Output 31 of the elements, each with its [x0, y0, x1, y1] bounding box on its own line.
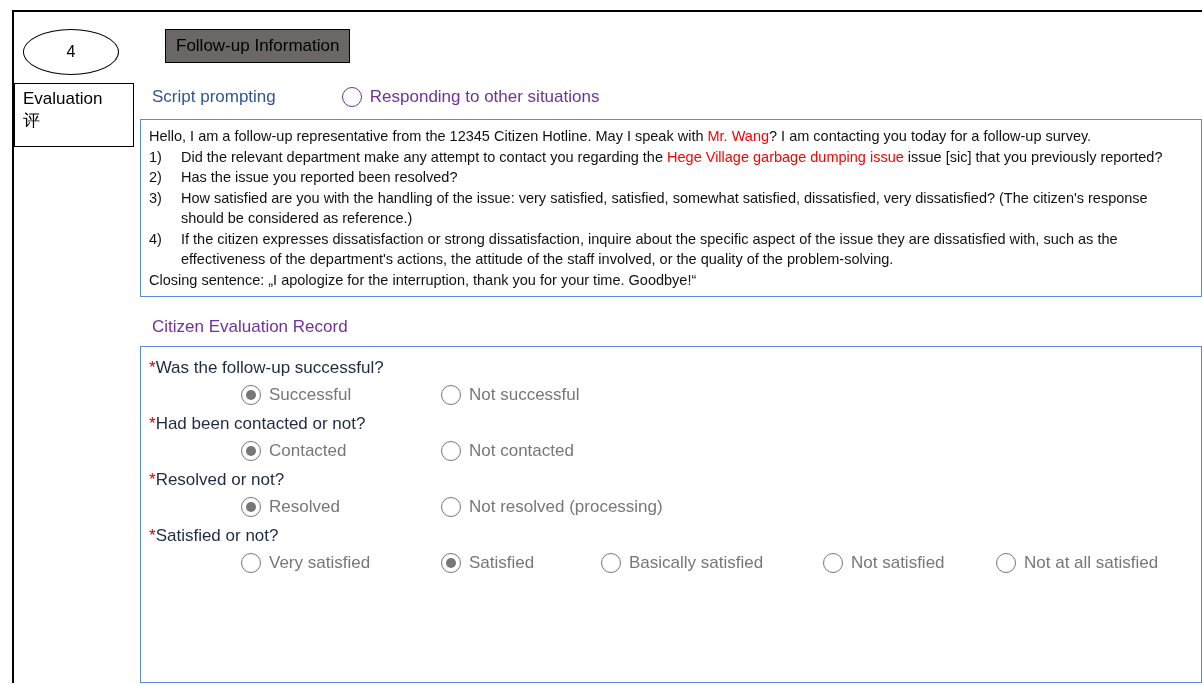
answer-radio[interactable]: Very satisfied: [241, 553, 371, 573]
other-situations-radio[interactable]: Responding to other situations: [341, 87, 600, 107]
answer-radio[interactable]: Not contacted: [441, 441, 574, 461]
answer-radio[interactable]: Not successful: [441, 385, 580, 405]
script-question: If the citizen expresses dissatisfaction or strong dissatisfaction, inquire about the specific aspect of the issue they are dissatisfied with, such as the effectiveness of the department's actions, the attitude of the staff involved, or the quality of the problem-solving.: [181, 229, 1119, 269]
answer-radio[interactable]: Not at all satisfied: [996, 553, 1159, 573]
answer-radio[interactable]: Not satisfied: [823, 553, 945, 573]
script-title: Script prompting: [152, 87, 276, 107]
answer-radio[interactable]: Successful: [241, 385, 352, 405]
question-label: *Resolved or not?: [149, 469, 286, 491]
item-number: 3): [149, 188, 163, 208]
sidebar-label: Evaluation: [23, 88, 104, 110]
item-number: 2): [149, 168, 163, 187]
sidebar-label-chinese: 评: [23, 110, 41, 132]
question-label: *Satisfied or not?: [149, 525, 280, 547]
answer-radio[interactable]: Resolved: [241, 497, 340, 517]
question-label: *Had been contacted or not?: [149, 413, 367, 435]
closing-sentence: Closing sentence: „I apologize for the interruption, thank you for your time. Goodbye!“: [149, 270, 698, 290]
answer-radio[interactable]: Contacted: [241, 441, 347, 461]
item-number: 1): [149, 147, 163, 167]
section-title: Follow-up Information: [165, 29, 351, 63]
record-title: Citizen Evaluation Record: [152, 317, 349, 337]
answer-radio[interactable]: Not resolved (processing): [441, 497, 663, 517]
script-question: How satisfied are you with the handling of the issue: very satisfied, satisfied, somewhat satisfied, dissatisfied, very dissatisfied? (The citizen's response should be considered as reference.): [181, 188, 1149, 228]
item-number: 4): [149, 229, 163, 249]
question-label: *Was the follow-up successful?: [149, 357, 385, 379]
answer-radio[interactable]: Basically satisfied: [601, 553, 764, 573]
answer-radio[interactable]: Satisfied: [441, 553, 535, 573]
script-question: Has the issue you reported been resolved?: [181, 168, 458, 187]
script-question: Did the relevant department make any attempt to contact you regarding the Hege Village garbage dumping issue issue [sic] that you previously reported?: [181, 147, 1163, 167]
script-greeting: Hello, I am a follow-up representative from the 12345 Citizen Hotline. May I speak with Mr. Wang? I am contacting you today for a follow-up survey.: [149, 127, 1093, 146]
